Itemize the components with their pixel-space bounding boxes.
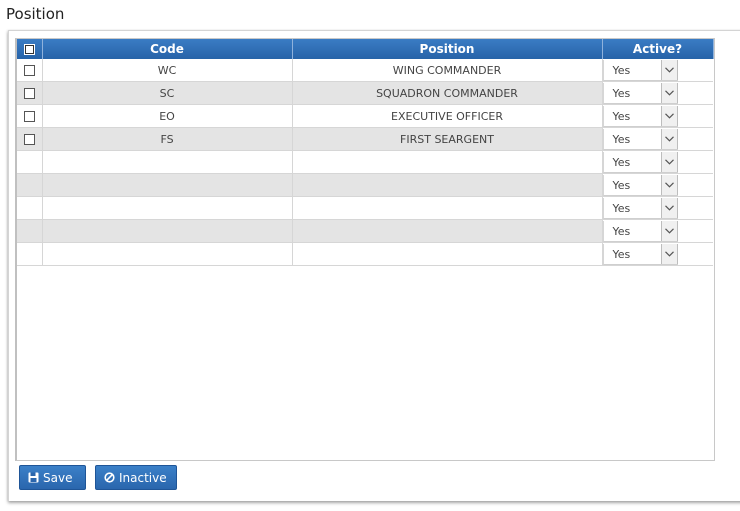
- floppy-disk-icon: [28, 472, 39, 483]
- chevron-down-icon[interactable]: [660, 220, 678, 241]
- table-row[interactable]: Yes: [17, 242, 713, 266]
- table-row[interactable]: SC SQUADRON COMMANDER Yes: [17, 81, 713, 105]
- position-cell[interactable]: SQUADRON COMMANDER: [292, 81, 603, 105]
- page-title: Position: [6, 5, 65, 23]
- chevron-down-icon[interactable]: [660, 59, 678, 80]
- row-select-cell: [17, 127, 43, 151]
- code-cell[interactable]: [42, 219, 293, 243]
- position-cell[interactable]: [292, 242, 603, 266]
- select-all-checkbox[interactable]: [23, 44, 35, 55]
- position-table: Code Position Active? WC WING COMMANDER Ye…: [17, 39, 714, 266]
- chevron-down-icon[interactable]: [660, 197, 678, 218]
- active-cell: Yes: [602, 196, 713, 220]
- row-checkbox[interactable]: [23, 111, 35, 122]
- table-row[interactable]: Yes: [17, 196, 713, 220]
- active-select-value: Yes: [612, 178, 631, 192]
- row-select-cell: [17, 219, 43, 243]
- row-select-cell: [17, 242, 43, 266]
- table-row[interactable]: Yes: [17, 150, 713, 174]
- active-select[interactable]: Yes: [602, 220, 678, 242]
- active-select[interactable]: Yes: [602, 105, 678, 127]
- save-button-label: Save: [43, 470, 73, 485]
- code-cell[interactable]: [42, 196, 293, 220]
- position-grid: Code Position Active? WC WING COMMANDER Ye…: [15, 38, 715, 461]
- code-cell[interactable]: [42, 173, 293, 197]
- active-cell: Yes: [602, 81, 713, 105]
- inactive-button[interactable]: Inactive: [95, 465, 177, 490]
- active-select[interactable]: Yes: [602, 243, 678, 265]
- row-checkbox[interactable]: [23, 134, 35, 145]
- active-select-value: Yes: [612, 155, 631, 169]
- active-select-value: Yes: [612, 63, 631, 77]
- header-row: Code Position Active?: [17, 39, 714, 59]
- active-cell: Yes: [602, 127, 713, 151]
- row-select-cell: [17, 81, 43, 105]
- code-cell[interactable]: EO: [42, 104, 293, 128]
- select-all-cell: [17, 39, 43, 59]
- position-cell[interactable]: WING COMMANDER: [292, 59, 603, 82]
- table-row[interactable]: FS FIRST SEARGENT Yes: [17, 127, 713, 151]
- active-cell: Yes: [602, 104, 713, 128]
- row-select-cell: [17, 150, 43, 174]
- code-cell[interactable]: [42, 242, 293, 266]
- chevron-down-icon[interactable]: [660, 128, 678, 149]
- code-cell[interactable]: FS: [42, 127, 293, 151]
- code-cell[interactable]: [42, 150, 293, 174]
- row-checkbox[interactable]: [23, 65, 35, 76]
- chevron-down-icon[interactable]: [660, 174, 678, 195]
- column-header-code[interactable]: Code: [42, 39, 293, 59]
- active-select-value: Yes: [612, 224, 631, 238]
- table-row[interactable]: EO EXECUTIVE OFFICER Yes: [17, 104, 713, 128]
- position-cell[interactable]: [292, 173, 603, 197]
- active-select[interactable]: Yes: [602, 128, 678, 150]
- table-row[interactable]: Yes: [17, 173, 713, 197]
- position-cell[interactable]: [292, 196, 603, 220]
- column-header-position[interactable]: Position: [292, 39, 603, 59]
- row-select-cell: [17, 173, 43, 197]
- position-cell[interactable]: FIRST SEARGENT: [292, 127, 603, 151]
- active-cell: Yes: [602, 150, 713, 174]
- ban-icon: [104, 472, 115, 483]
- position-panel: Code Position Active? WC WING COMMANDER Ye…: [8, 30, 740, 501]
- row-select-cell: [17, 59, 43, 82]
- save-button[interactable]: Save: [19, 465, 86, 490]
- position-cell[interactable]: [292, 219, 603, 243]
- table-row[interactable]: WC WING COMMANDER Yes: [17, 59, 713, 82]
- active-select[interactable]: Yes: [602, 151, 678, 173]
- position-cell[interactable]: [292, 150, 603, 174]
- column-header-active[interactable]: Active?: [602, 39, 714, 59]
- table-row[interactable]: Yes: [17, 219, 713, 243]
- active-select-value: Yes: [612, 201, 631, 215]
- active-cell: Yes: [602, 173, 713, 197]
- active-select-value: Yes: [612, 109, 631, 123]
- chevron-down-icon[interactable]: [660, 105, 678, 126]
- row-select-cell: [17, 196, 43, 220]
- chevron-down-icon[interactable]: [660, 151, 678, 172]
- code-cell[interactable]: WC: [42, 59, 293, 82]
- code-cell[interactable]: SC: [42, 81, 293, 105]
- active-select[interactable]: Yes: [602, 174, 678, 196]
- active-select[interactable]: Yes: [602, 59, 678, 81]
- active-select-value: Yes: [612, 247, 631, 261]
- inactive-button-label: Inactive: [119, 470, 167, 485]
- active-select[interactable]: Yes: [602, 82, 678, 104]
- chevron-down-icon[interactable]: [660, 82, 678, 103]
- active-cell: Yes: [602, 219, 713, 243]
- active-select-value: Yes: [612, 86, 631, 100]
- active-cell: Yes: [602, 242, 713, 266]
- row-select-cell: [17, 104, 43, 128]
- active-select-value: Yes: [612, 132, 631, 146]
- active-select[interactable]: Yes: [602, 197, 678, 219]
- active-cell: Yes: [602, 59, 713, 82]
- chevron-down-icon[interactable]: [660, 243, 678, 264]
- position-cell[interactable]: EXECUTIVE OFFICER: [292, 104, 603, 128]
- row-checkbox[interactable]: [23, 88, 35, 99]
